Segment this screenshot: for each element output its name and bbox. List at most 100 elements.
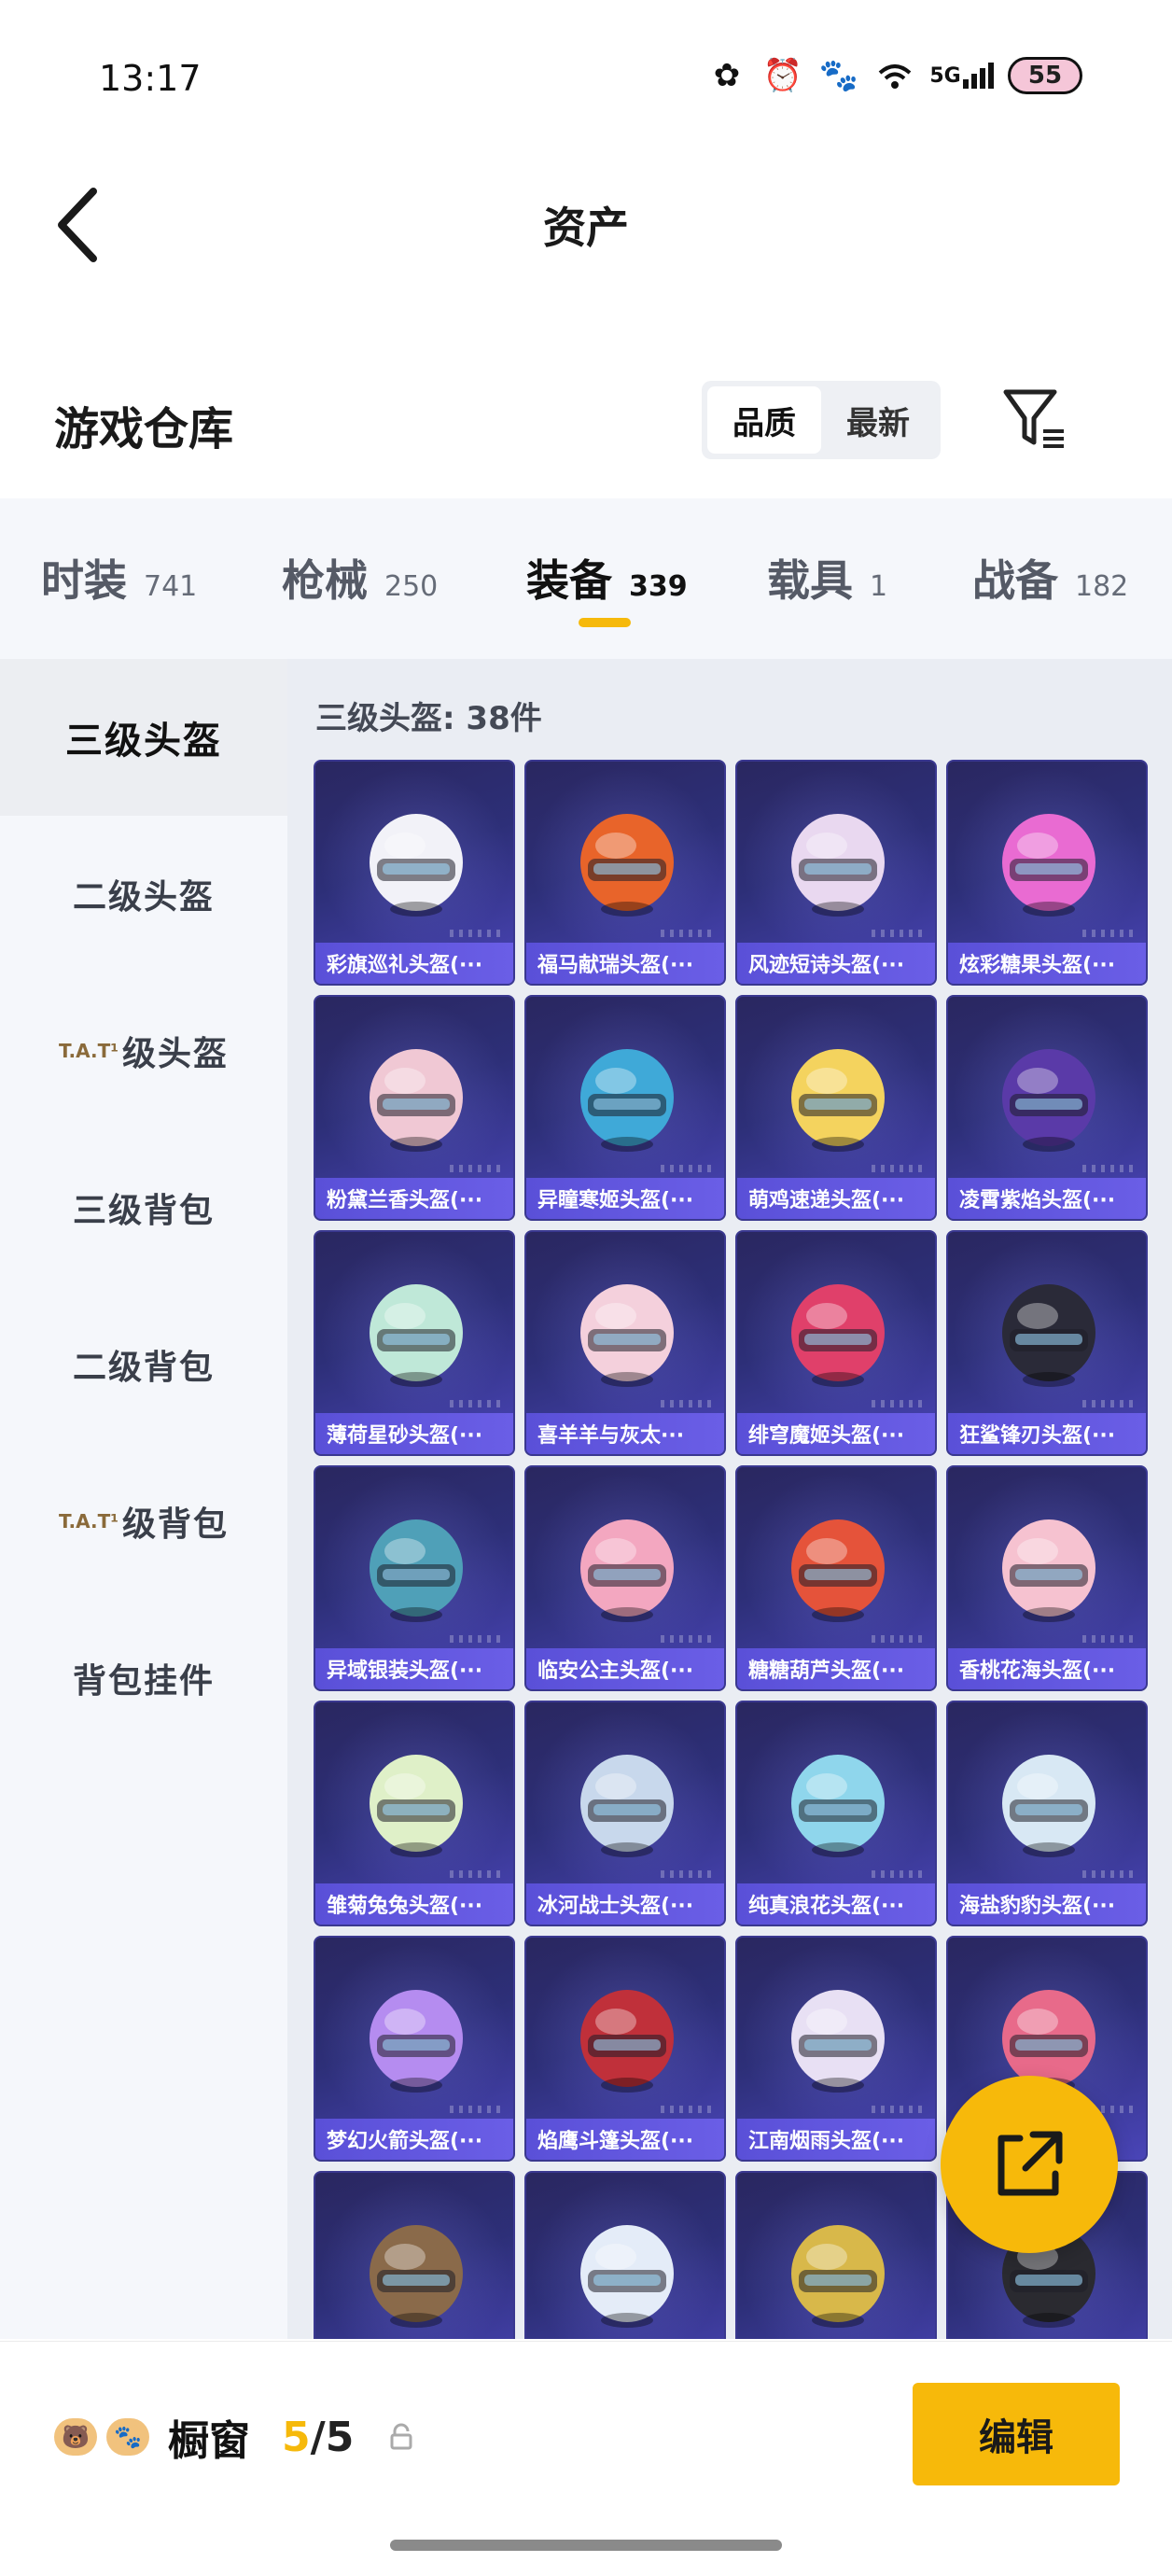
card-name-band: 彩旗巡礼头盔(··· xyxy=(315,943,513,984)
helmet-card[interactable]: 绯穹魔姬头盔(··· xyxy=(735,1230,937,1456)
battery-icon: 55 xyxy=(1008,57,1082,94)
card-name-band: 焰鹰斗篷头盔(··· xyxy=(526,2119,724,2160)
card-name-band: 异瞳寒姬头盔(··· xyxy=(526,1178,724,1219)
item-name: 萌鸡速递头盔(··· xyxy=(748,1189,905,1212)
helmet-card[interactable]: 梦幻火箭头盔(··· xyxy=(314,1936,515,2162)
helmet-card[interactable]: 喜羊羊与灰太··· xyxy=(524,1230,726,1456)
helmet-card[interactable] xyxy=(524,2171,726,2339)
card-decoration xyxy=(1082,1165,1138,1172)
share-button[interactable] xyxy=(941,2076,1118,2253)
card-name-band: 海盐豹豹头盔(··· xyxy=(948,1883,1146,1925)
warehouse-title: 游戏仓库 xyxy=(54,403,234,455)
card-name-band: 风迹短诗头盔(··· xyxy=(737,943,935,984)
helmet-icon xyxy=(580,1755,674,1857)
card-decoration xyxy=(872,1400,928,1407)
helmet-card[interactable]: 萌鸡速递头盔(··· xyxy=(735,995,937,1221)
tab-fashion[interactable]: 时装 741 xyxy=(41,547,197,609)
helmet-icon xyxy=(791,2225,885,2328)
item-name: 雏菊兔兔头盔(··· xyxy=(327,1895,483,1918)
card-name-band: 福马献瑞头盔(··· xyxy=(526,943,724,984)
helmet-card[interactable]: 凌霄紫焰头盔(··· xyxy=(946,995,1148,1221)
helmet-card[interactable] xyxy=(314,2171,515,2339)
helmet-card[interactable]: 福马献瑞头盔(··· xyxy=(524,760,726,986)
paw-icon: 🐾 xyxy=(818,57,859,94)
card-decoration xyxy=(450,930,506,937)
share-icon xyxy=(998,2131,1063,2196)
side-item-level1-backpack[interactable]: T.A.T¹ 级背包 xyxy=(0,1443,287,1600)
helmet-icon xyxy=(1002,1284,1095,1387)
helmet-card[interactable]: 狂鲨锋刃头盔(··· xyxy=(946,1230,1148,1456)
page-title: 资产 xyxy=(543,203,629,253)
item-count-label: 三级头盔: 38件 xyxy=(315,700,542,737)
tab-label: 时装 xyxy=(41,555,127,606)
side-item-level3-backpack[interactable]: 三级背包 xyxy=(0,1129,287,1286)
helmet-card[interactable]: 彩旗巡礼头盔(··· xyxy=(314,760,515,986)
card-name-band: 喜羊羊与灰太··· xyxy=(526,1413,724,1454)
tab-supplies[interactable]: 战备 182 xyxy=(972,547,1128,609)
item-name: 粉黛兰香头盔(··· xyxy=(327,1189,483,1212)
card-decoration xyxy=(661,2106,717,2113)
side-nav: 三级头盔 二级头盔 T.A.T¹ 级头盔 三级背包 二级背包 T.A.T¹ 级背… xyxy=(0,659,287,2339)
item-name: 冰河战士头盔(··· xyxy=(537,1895,694,1918)
item-name: 海盐豹豹头盔(··· xyxy=(959,1895,1116,1918)
card-decoration xyxy=(450,1400,506,1407)
helmet-card[interactable]: 薄荷星砂头盔(··· xyxy=(314,1230,515,1456)
helmet-icon xyxy=(580,1519,674,1622)
helmet-card[interactable]: 风迹短诗头盔(··· xyxy=(735,760,937,986)
showcase-current: 5 xyxy=(282,2413,311,2461)
sort-toggle: 品质 最新 xyxy=(702,381,941,459)
side-item-level2-helmet[interactable]: 二级头盔 xyxy=(0,816,287,973)
tab-weapons[interactable]: 枪械 250 xyxy=(282,547,438,609)
paw-icon: 🐾 xyxy=(106,2418,149,2456)
helmet-card[interactable]: 海盐豹豹头盔(··· xyxy=(946,1701,1148,1926)
helmet-icon xyxy=(580,1284,674,1387)
card-decoration xyxy=(661,1635,717,1643)
helmet-card[interactable]: 炫彩糖果头盔(··· xyxy=(946,760,1148,986)
helmet-card[interactable]: 焰鹰斗篷头盔(··· xyxy=(524,1936,726,2162)
helmet-card[interactable]: 纯真浪花头盔(··· xyxy=(735,1701,937,1926)
side-item-level2-backpack[interactable]: 二级背包 xyxy=(0,1286,287,1443)
card-name-band: 江南烟雨头盔(··· xyxy=(737,2119,935,2160)
active-tab-indicator xyxy=(579,618,631,627)
card-name-band: 雏菊兔兔头盔(··· xyxy=(315,1883,513,1925)
side-item-label: 背包挂件 xyxy=(72,1662,215,1701)
helmet-card[interactable]: 异瞳寒姬头盔(··· xyxy=(524,995,726,1221)
sort-quality[interactable]: 品质 xyxy=(707,386,821,454)
helmet-card[interactable]: 糖糖葫芦头盔(··· xyxy=(735,1465,937,1691)
item-name: 梦幻火箭头盔(··· xyxy=(327,2130,483,2153)
sort-newest[interactable]: 最新 xyxy=(821,386,935,454)
side-item-level3-helmet[interactable]: 三级头盔 xyxy=(0,659,287,816)
helmet-card[interactable]: 香桃花海头盔(··· xyxy=(946,1465,1148,1691)
helmet-icon xyxy=(791,814,885,917)
helmet-card[interactable]: 异域银装头盔(··· xyxy=(314,1465,515,1691)
item-name: 焰鹰斗篷头盔(··· xyxy=(537,2130,694,2153)
helmet-icon xyxy=(580,814,674,917)
item-name: 异域银装头盔(··· xyxy=(327,1659,483,1683)
filter-button[interactable] xyxy=(1000,383,1071,457)
card-name-band: 萌鸡速递头盔(··· xyxy=(737,1178,935,1219)
helmet-card[interactable]: 雏菊兔兔头盔(··· xyxy=(314,1701,515,1926)
tab-vehicles[interactable]: 载具 1 xyxy=(767,547,887,609)
card-name-band: 绯穹魔姬头盔(··· xyxy=(737,1413,935,1454)
helmet-card[interactable]: 粉黛兰香头盔(··· xyxy=(314,995,515,1221)
helmet-card[interactable] xyxy=(735,2171,937,2339)
card-decoration xyxy=(450,1870,506,1878)
helmet-icon xyxy=(370,1755,463,1857)
helmet-card[interactable]: 江南烟雨头盔(··· xyxy=(735,1936,937,2162)
helmet-icon xyxy=(370,1049,463,1152)
helmet-card[interactable]: 冰河战士头盔(··· xyxy=(524,1701,726,1926)
helmet-icon xyxy=(791,1990,885,2093)
tab-equipment[interactable]: 装备 339 xyxy=(526,547,688,609)
side-item-level1-helmet[interactable]: T.A.T¹ 级头盔 xyxy=(0,973,287,1129)
alarm-icon: ⏰ xyxy=(762,57,803,94)
item-name: 纯真浪花头盔(··· xyxy=(748,1895,905,1918)
helmet-card[interactable]: 临安公主头盔(··· xyxy=(524,1465,726,1691)
side-item-backpack-charm[interactable]: 背包挂件 xyxy=(0,1600,287,1757)
bottom-bar: 🐻 🐾 橱窗 5/5 编辑 xyxy=(0,2341,1172,2576)
side-item-label: 二级头盔 xyxy=(72,878,215,917)
bear-icon: 🐻 xyxy=(54,2418,97,2456)
helmet-icon xyxy=(370,1519,463,1622)
edit-button[interactable]: 编辑 xyxy=(913,2383,1120,2485)
card-decoration xyxy=(661,1400,717,1407)
card-decoration xyxy=(661,930,717,937)
